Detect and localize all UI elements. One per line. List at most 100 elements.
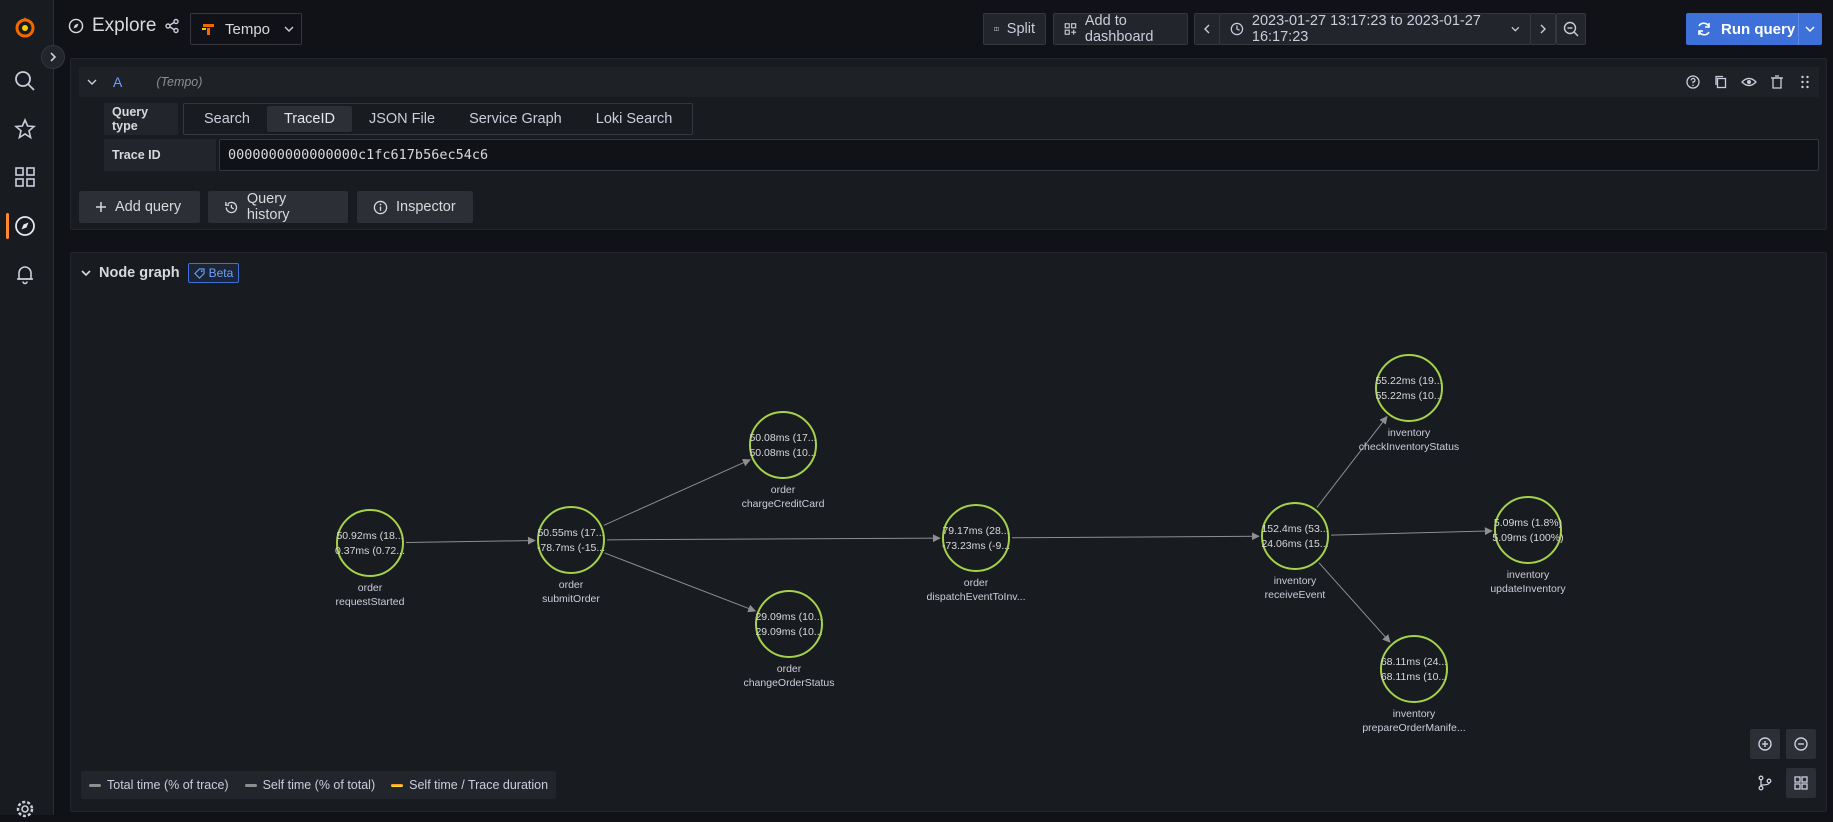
eye-icon[interactable] xyxy=(1741,74,1757,90)
chevron-down-icon[interactable] xyxy=(87,77,97,87)
zoom-out-time-button[interactable] xyxy=(1556,13,1586,45)
gear-icon[interactable] xyxy=(12,796,38,822)
sidebar-expand-button[interactable] xyxy=(41,45,65,69)
zoom-out-icon xyxy=(1563,21,1579,37)
graph-edge[interactable] xyxy=(1318,562,1391,643)
datasource-picker[interactable]: Tempo xyxy=(190,13,302,45)
node-service: order xyxy=(559,579,584,591)
graph-node[interactable]: 55.22ms (19... 55.22ms (10... inventory che… xyxy=(1359,354,1459,453)
zoom-in-button[interactable] xyxy=(1750,729,1780,759)
refresh-icon xyxy=(1698,22,1710,36)
graph-node[interactable]: 68.11ms (24... 68.11ms (10... inventory pre… xyxy=(1362,635,1466,734)
node-stat-total: 29.09ms (10... xyxy=(755,611,822,623)
node-circle[interactable] xyxy=(1261,502,1329,570)
share-icon[interactable] xyxy=(164,18,180,34)
time-range-picker[interactable]: 2023-01-27 13:17:23 to 2023-01-27 16:17:… xyxy=(1219,13,1531,45)
layout-toggle-button[interactable] xyxy=(1750,768,1780,798)
add-query-button[interactable]: Add query xyxy=(79,191,200,223)
search-icon[interactable] xyxy=(12,68,38,94)
time-back-button[interactable] xyxy=(1194,13,1220,45)
add-to-dashboard-button[interactable]: Add to dashboard xyxy=(1053,13,1188,45)
dashboards-icon[interactable] xyxy=(12,164,38,190)
graph-layout-icon xyxy=(1758,775,1772,791)
trace-id-label: Trace ID xyxy=(104,139,216,171)
graph-edge[interactable] xyxy=(405,536,536,545)
inspector-label: Inspector xyxy=(396,199,456,215)
tab-traceid[interactable]: TraceID xyxy=(266,106,352,132)
chevron-down-icon[interactable] xyxy=(1805,24,1815,34)
trace-id-input[interactable]: 0000000000000000c1fc617b56ec54c6 xyxy=(219,139,1819,171)
node-circle[interactable] xyxy=(755,590,823,658)
graph-edge[interactable] xyxy=(603,459,751,526)
explore-icon xyxy=(68,18,84,34)
node-circle[interactable] xyxy=(336,509,404,577)
tab-json-file[interactable]: JSON File xyxy=(352,106,452,132)
star-icon[interactable] xyxy=(12,116,38,142)
tag-icon xyxy=(193,267,205,279)
graph-node[interactable]: 79.17ms (28... -73.23ms (-9... order dispat… xyxy=(926,504,1026,603)
node-service: inventory xyxy=(1274,575,1317,587)
graph-node[interactable]: 5.09ms (1.8%) 5.09ms (100%) inventory updat… xyxy=(1490,496,1566,595)
bell-icon[interactable] xyxy=(12,261,38,287)
node-circle[interactable] xyxy=(1494,496,1562,564)
trash-icon[interactable] xyxy=(1769,74,1785,90)
legend-item[interactable]: Self time (% of total) xyxy=(244,778,375,792)
node-graph-header[interactable]: Node graph Beta xyxy=(81,263,240,283)
node-circle[interactable] xyxy=(537,506,605,574)
node-graph-canvas[interactable]: 50.92ms (18... 0.37ms (0.72... order reques… xyxy=(71,293,1826,803)
graph-edge[interactable] xyxy=(1330,527,1493,536)
explore-icon[interactable] xyxy=(12,213,38,239)
chevron-down-icon xyxy=(1511,26,1520,32)
node-operation: chargeCreditCard xyxy=(742,498,825,510)
tab-service-graph[interactable]: Service Graph xyxy=(452,106,579,132)
node-stat-total: 79.17ms (28... xyxy=(942,525,1009,537)
zoom-out-button[interactable] xyxy=(1786,729,1816,759)
graph-edge[interactable] xyxy=(1316,415,1388,508)
node-stat-total: 152.4ms (53... xyxy=(1261,523,1328,535)
node-stat-self: 55.22ms (10... xyxy=(1375,390,1442,402)
copy-icon[interactable] xyxy=(1713,74,1729,90)
graph-edge[interactable] xyxy=(604,552,757,613)
chevron-left-icon xyxy=(1204,24,1210,34)
node-stat-self: 24.06ms (15... xyxy=(1261,538,1328,550)
legend-swatch xyxy=(391,783,404,787)
graph-node[interactable]: 50.92ms (18... 0.37ms (0.72... order reques… xyxy=(335,509,405,608)
info-icon xyxy=(373,200,388,214)
graph-legend: Total time (% of trace) Self time (% of … xyxy=(81,771,557,799)
query-ref-id[interactable]: A xyxy=(113,74,122,90)
legend-label: Self time / Trace duration xyxy=(409,778,549,792)
legend-item[interactable]: Self time / Trace duration xyxy=(391,778,548,792)
graph-node[interactable]: 50.08ms (17... 50.08ms (10... order chargeC… xyxy=(742,411,825,510)
graph-node[interactable]: 50.55ms (17... -78.7ms (-15... order submit… xyxy=(537,506,605,605)
grafana-logo-icon[interactable] xyxy=(12,14,38,40)
split-icon xyxy=(994,26,999,32)
query-type-label: Query type xyxy=(104,103,178,135)
grid-view-button[interactable] xyxy=(1786,768,1816,798)
graph-node[interactable]: 152.4ms (53... 24.06ms (15... inventory rec… xyxy=(1261,502,1329,601)
graph-node[interactable]: 29.09ms (10... 29.09ms (10... order changeO… xyxy=(743,590,835,689)
graph-edge[interactable] xyxy=(1011,532,1260,541)
tab-search[interactable]: Search xyxy=(187,106,267,132)
legend-item[interactable]: Total time (% of trace) xyxy=(89,778,229,792)
query-history-button[interactable]: Query history xyxy=(208,191,348,223)
node-circle[interactable] xyxy=(749,411,817,479)
run-query-button[interactable]: Run query xyxy=(1686,13,1822,45)
node-circle[interactable] xyxy=(942,504,1010,572)
time-forward-button[interactable] xyxy=(1530,13,1556,45)
zoom-out-icon xyxy=(1794,737,1808,751)
graph-edge[interactable] xyxy=(606,534,941,543)
legend-label: Total time (% of trace) xyxy=(107,778,229,792)
query-type-tabs: Search TraceID JSON File Service Graph L… xyxy=(183,103,694,135)
split-button[interactable]: Split xyxy=(983,13,1046,45)
help-icon[interactable] xyxy=(1685,74,1701,90)
sidebar xyxy=(0,0,54,818)
drag-handle-icon[interactable] xyxy=(1797,74,1813,90)
node-operation: checkInventoryStatus xyxy=(1359,441,1459,453)
add-to-dashboard-label: Add to dashboard xyxy=(1084,13,1154,45)
node-circle[interactable] xyxy=(1380,635,1448,703)
node-operation: changeOrderStatus xyxy=(743,677,834,689)
inspector-button[interactable]: Inspector xyxy=(357,191,473,223)
node-circle[interactable] xyxy=(1375,354,1443,422)
tab-loki-search[interactable]: Loki Search xyxy=(579,106,690,132)
node-stat-total: 68.11ms (24... xyxy=(1381,656,1447,668)
